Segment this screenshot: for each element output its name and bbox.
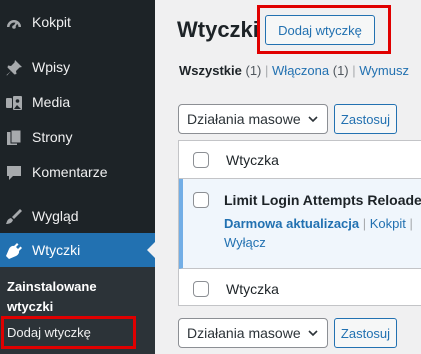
plugin-status-filters: Wszystkie (1) | Włączona (1) | Wymusz <box>179 62 409 80</box>
highlight-box <box>257 5 391 54</box>
page-icon <box>7 129 22 145</box>
sidebar-item-strony[interactable]: Strony <box>0 120 155 154</box>
column-header-plugin[interactable]: Wtyczka <box>226 152 279 168</box>
chevron-down-icon <box>308 330 318 337</box>
plugin-name: Limit Login Attempts Reloade <box>224 192 421 208</box>
filter-all-count: (1) <box>245 63 262 78</box>
submenu-item-installed-line2[interactable]: wtyczki <box>7 297 53 317</box>
sidebar-item-label: Strony <box>32 129 73 145</box>
sidebar-item-kokpit[interactable]: Kokpit <box>0 5 155 39</box>
bulk-actions-select[interactable]: Działania masowe <box>178 104 328 134</box>
page-title: Wtyczki <box>177 17 259 42</box>
sidebar-item-label: Kokpit <box>32 14 71 30</box>
bulk-actions-value: Działania masowe <box>187 325 301 341</box>
sidebar-item-label: Media <box>32 94 71 110</box>
select-all-checkbox-footer[interactable] <box>193 281 209 297</box>
comment-icon <box>7 166 21 180</box>
filter-active-count: (1) <box>332 63 349 78</box>
pushpin-icon <box>6 60 22 76</box>
plugin-checkbox[interactable] <box>193 192 209 208</box>
plugin-icon <box>6 243 22 259</box>
action-separator: | <box>409 216 413 231</box>
chevron-down-icon <box>308 116 318 123</box>
admin-sidebar: Kokpit Wpisy Media Strony Komentarze Wyg… <box>0 0 155 354</box>
apply-button-bottom[interactable]: Zastosuj <box>334 318 397 348</box>
sidebar-item-label: Wpisy <box>32 59 71 75</box>
sidebar-item-label: Wygląd <box>32 208 79 224</box>
filter-active[interactable]: Włączona <box>272 63 329 78</box>
submenu-item-installed[interactable]: Zainstalowane <box>7 277 97 297</box>
bulk-actions-value: Działania masowe <box>187 111 301 127</box>
dashboard-link[interactable]: Kokpit <box>370 216 406 231</box>
table-row: Limit Login Attempts Reloade Darmowa akt… <box>179 179 421 269</box>
filter-must-use[interactable]: Wymusz <box>359 63 409 78</box>
filter-separator: | <box>352 63 356 78</box>
sidebar-item-wpisy[interactable]: Wpisy <box>0 50 155 84</box>
action-separator: | <box>362 216 367 231</box>
highlight-box <box>1 316 136 349</box>
sidebar-item-komentarze[interactable]: Komentarze <box>0 155 155 189</box>
apply-button[interactable]: Zastosuj <box>334 104 397 134</box>
filter-separator: | <box>265 63 269 78</box>
table-footer-row: Wtyczka <box>179 269 421 306</box>
sidebar-item-media[interactable]: Media <box>0 85 155 119</box>
plugin-row-actions: Darmowa aktualizacja | Kokpit | Wyłącz <box>224 214 421 252</box>
brush-icon <box>6 209 22 224</box>
table-header-row: Wtyczka <box>179 141 421 179</box>
sidebar-item-wtyczki[interactable]: Wtyczki <box>0 233 155 267</box>
update-link[interactable]: Darmowa aktualizacja <box>224 216 359 231</box>
filter-all[interactable]: Wszystkie <box>179 63 242 78</box>
column-footer-plugin[interactable]: Wtyczka <box>226 281 279 297</box>
bulk-actions-select-bottom[interactable]: Działania masowe <box>178 318 328 348</box>
sidebar-item-label: Komentarze <box>32 164 108 180</box>
select-all-checkbox[interactable] <box>193 152 209 168</box>
dashboard-icon <box>7 20 21 29</box>
deactivate-link[interactable]: Wyłącz <box>224 235 266 250</box>
main-content: Wtyczki Dodaj wtyczkę Wszystkie (1) | Wł… <box>155 0 421 354</box>
sidebar-item-wyglad[interactable]: Wygląd <box>0 199 155 233</box>
plugins-table: Wtyczka Limit Login Attempts Reloade Dar… <box>178 140 421 306</box>
sidebar-item-label: Wtyczki <box>32 242 81 258</box>
media-icon <box>6 96 22 110</box>
